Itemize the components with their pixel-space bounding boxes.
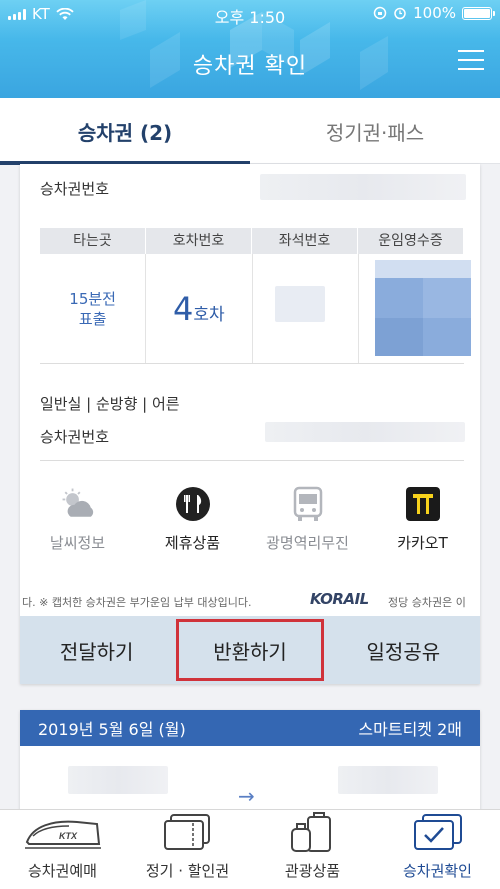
divider xyxy=(40,460,464,461)
ticket-check-icon xyxy=(413,814,462,850)
col-fare-receipt: 운임영수증 xyxy=(358,228,464,254)
nav-label: 승차권확인 xyxy=(402,862,472,880)
battery-percent: 100% xyxy=(413,4,456,22)
ticket2-date: 2019년 5월 6일 (월) xyxy=(38,720,186,739)
capture-notice: 다. ※ 캡처한 승차권은 부가운임 납부 대상입니다. KORAIL 정당 승… xyxy=(20,589,480,613)
ticket-number-label-2: 승차권번호 xyxy=(40,428,110,446)
seat-number-cell xyxy=(253,254,359,363)
rotation-lock-icon xyxy=(373,6,387,20)
hamburger-menu-icon[interactable] xyxy=(458,50,484,72)
service-label: 날씨정보 xyxy=(49,534,106,552)
page-title: 승차권 확인 xyxy=(192,54,308,79)
bottom-navigation: KTX 승차권예매 정기 · 할인권 관광상품 승차권확인 xyxy=(0,809,500,889)
service-limousine[interactable]: 광명역리무진 xyxy=(250,484,365,564)
arrival-blurred xyxy=(338,766,438,794)
service-kakao-t[interactable]: 카카오T xyxy=(365,484,480,564)
bus-icon xyxy=(293,486,322,521)
ticket-number-blurred xyxy=(260,174,466,200)
car-number-suffix: 호차 xyxy=(193,304,225,325)
nav-label: 정기 · 할인권 xyxy=(145,862,230,880)
refund-button[interactable]: 반환하기 xyxy=(173,616,326,684)
seat-info: 일반실 | 순방향 | 어른 xyxy=(40,395,180,413)
table-header: 타는곳 호차번호 좌석번호 운임영수증 xyxy=(40,228,464,254)
nav-label: 관광상품 xyxy=(284,862,341,880)
service-label: 제휴상품 xyxy=(164,534,221,552)
departure-line1: 15분전 xyxy=(69,289,116,308)
dining-icon xyxy=(175,487,210,521)
battery-icon xyxy=(462,6,495,20)
nav-tour-products[interactable]: 관광상품 xyxy=(250,810,375,889)
platform-cell: 15분전 표출 xyxy=(40,254,147,363)
ticket-number-blurred-2 xyxy=(265,422,465,442)
service-weather[interactable]: 날씨정보 xyxy=(20,484,135,564)
app-header: KT 오후 1:50 100% 승차권 확인 xyxy=(0,0,500,98)
departure-line2: 표출 xyxy=(78,309,107,328)
share-schedule-button[interactable]: 일정공유 xyxy=(327,616,480,684)
services-row: 날씨정보 제휴상품 광명역리무진 카카오T xyxy=(20,484,480,564)
nav-ticket-booking[interactable]: KTX 승차권예매 xyxy=(0,810,125,889)
ticket2-header: 2019년 5월 6일 (월) 스마트티켓 2매 xyxy=(20,710,480,746)
service-label: 카카오T xyxy=(397,534,448,552)
seat-number-blurred xyxy=(274,286,325,322)
svg-text:KTX: KTX xyxy=(59,831,78,841)
tab-tickets[interactable]: 승차권 (2) xyxy=(0,98,250,165)
ticket-card: 승차권번호 타는곳 호차번호 좌석번호 운임영수증 15분전 표출 4호차 일반… xyxy=(20,164,480,684)
service-partner[interactable]: 제휴상품 xyxy=(135,484,250,564)
weather-icon xyxy=(62,488,93,517)
korail-logo: KORAIL xyxy=(310,590,369,608)
ticket-actions: 전달하기 반환하기 일정공유 xyxy=(20,616,480,684)
discount-ticket-icon xyxy=(163,814,210,850)
notice-text: 다. ※ 캡처한 승차권은 부가운임 납부 대상입니다. xyxy=(22,596,252,609)
nav-label: 승차권예매 xyxy=(27,862,97,880)
ticket-tabs: 승차권 (2) 정기권·패스 xyxy=(0,98,500,165)
kakao-t-icon xyxy=(405,487,440,521)
car-number-value: 4 xyxy=(173,289,194,328)
luggage-icon xyxy=(290,812,331,852)
tab-season-pass[interactable]: 정기권·패스 xyxy=(250,98,500,164)
notice-text-right: 정당 승차권은 이 xyxy=(388,596,466,609)
col-seat-number: 좌석번호 xyxy=(252,228,358,254)
fare-receipt-cell[interactable] xyxy=(359,254,471,363)
ticket-number-label: 승차권번호 xyxy=(40,180,110,198)
nav-ticket-check[interactable]: 승차권확인 xyxy=(375,810,500,889)
ktx-train-icon: KTX xyxy=(24,820,101,849)
status-bar: KT 오후 1:50 100% xyxy=(0,0,500,28)
fare-receipt-qr[interactable] xyxy=(374,260,471,356)
car-number-cell: 4호차 xyxy=(146,254,253,363)
col-platform: 타는곳 xyxy=(40,228,146,254)
alarm-icon xyxy=(394,7,406,20)
col-car-number: 호차번호 xyxy=(146,228,252,254)
departure-blurred xyxy=(68,766,168,794)
ticket2-type: 스마트티켓 2매 xyxy=(358,720,462,739)
service-label: 광명역리무진 xyxy=(266,534,349,552)
nav-discount-ticket[interactable]: 정기 · 할인권 xyxy=(125,810,250,889)
table-row: 15분전 표출 4호차 xyxy=(40,254,471,364)
arrow-right-icon: → xyxy=(238,784,255,808)
transfer-button[interactable]: 전달하기 xyxy=(20,616,173,684)
ticket-info-table: 타는곳 호차번호 좌석번호 운임영수증 15분전 표출 4호차 xyxy=(40,228,471,364)
